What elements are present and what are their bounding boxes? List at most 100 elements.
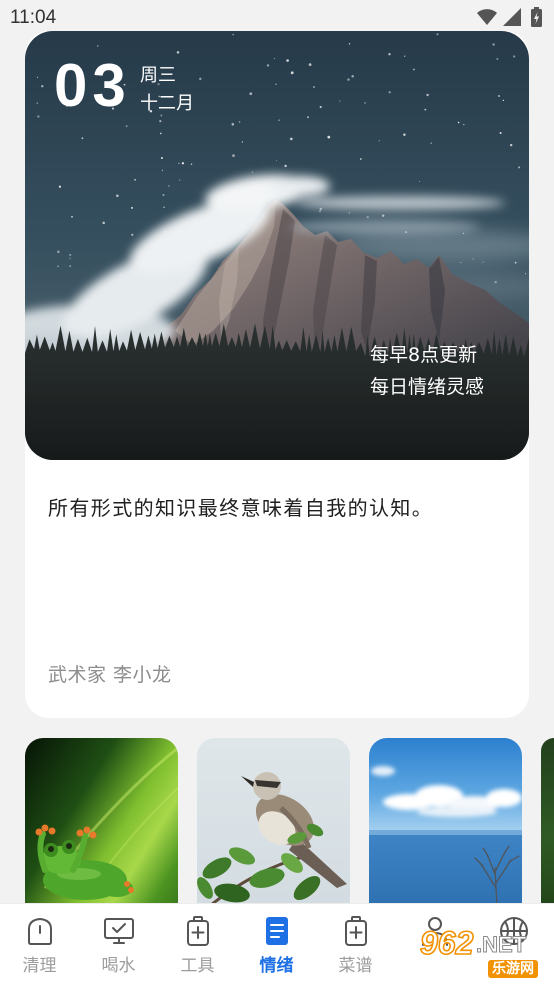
star [412, 68, 415, 71]
star [339, 100, 341, 102]
star [502, 99, 505, 102]
star [102, 221, 105, 225]
nav-item-mood[interactable]: 情绪 [237, 904, 316, 984]
nav-item-profile[interactable] [395, 904, 474, 984]
ball-icon [498, 915, 530, 947]
star [424, 108, 427, 111]
hero-image: 03 周三 十二月 每早8点更新 每日情绪灵感 [25, 31, 529, 460]
star [351, 74, 354, 78]
star [130, 206, 134, 209]
star [348, 212, 350, 214]
star [403, 133, 406, 136]
star [37, 76, 39, 78]
star [492, 43, 495, 46]
star [366, 215, 369, 219]
star [178, 162, 180, 165]
date-weekday: 周三 [140, 65, 176, 86]
star [364, 102, 366, 104]
star [176, 51, 180, 54]
star [284, 164, 287, 168]
star [251, 171, 254, 173]
star [426, 93, 429, 97]
star [499, 132, 502, 134]
clean-icon [24, 915, 56, 947]
star [249, 92, 253, 96]
nav-label-water: 喝水 [101, 956, 136, 976]
daily-quote-card[interactable]: 03 周三 十二月 每早8点更新 每日情绪灵感 所有形式的知识最终意味着自我的认… [25, 31, 529, 718]
star [518, 166, 521, 169]
document-icon [261, 915, 293, 947]
star [134, 178, 136, 181]
star [36, 102, 39, 104]
star [41, 85, 44, 88]
star [163, 206, 165, 208]
nav-item-sports[interactable] [474, 904, 553, 984]
hero-caption-update: 每早8点更新 [370, 344, 478, 366]
star [190, 163, 193, 165]
star [181, 162, 185, 165]
wifi-icon [477, 9, 497, 25]
star [131, 233, 134, 236]
star [58, 185, 62, 188]
star [96, 45, 99, 47]
battery-plus-icon [182, 915, 214, 947]
star [509, 143, 513, 147]
star [381, 214, 385, 217]
nav-label-recipes: 菜谱 [338, 956, 373, 976]
star [159, 120, 162, 123]
star [513, 55, 516, 58]
nav-item-tools[interactable]: 工具 [158, 904, 237, 984]
star [125, 125, 128, 128]
star [160, 156, 163, 160]
star [430, 142, 433, 145]
star [199, 77, 202, 81]
star [273, 57, 276, 60]
nav-item-recipes[interactable]: 菜谱 [316, 904, 395, 984]
star [308, 63, 312, 66]
star [275, 83, 277, 85]
nav-label-tools: 工具 [180, 956, 215, 976]
star [359, 158, 362, 160]
status-bar: 11:04 [0, 0, 554, 34]
star [319, 210, 321, 213]
nav-label-clean: 清理 [22, 956, 57, 976]
battery-plus-icon [340, 915, 372, 947]
nav-item-clean[interactable]: 清理 [0, 904, 79, 984]
star [319, 105, 322, 109]
star [37, 115, 40, 118]
nav-item-water[interactable]: 喝水 [79, 904, 158, 984]
star [167, 184, 170, 187]
signal-icon [503, 8, 521, 26]
star [160, 132, 162, 135]
star [404, 55, 406, 57]
star [69, 257, 71, 259]
star [238, 121, 241, 123]
quote-text: 所有形式的知识最终意味着自我的认知。 [48, 496, 434, 520]
star [241, 141, 244, 143]
monitor-check-icon [103, 915, 135, 947]
star [436, 33, 439, 36]
star [347, 78, 350, 81]
person-icon [419, 915, 451, 947]
hero-caption-inspiration: 每日情绪灵感 [370, 376, 485, 398]
star [514, 261, 517, 264]
star [161, 169, 164, 172]
star [496, 57, 499, 61]
star [179, 179, 181, 181]
star [71, 215, 73, 218]
star [276, 159, 278, 162]
date-month: 十二月 [140, 93, 194, 114]
star [457, 121, 460, 124]
star [460, 261, 462, 264]
star [266, 64, 270, 67]
battery-charging-icon [531, 7, 542, 27]
star [116, 194, 119, 198]
star [525, 273, 527, 275]
star [57, 250, 60, 254]
bottom-nav: 清理 喝水 工具 情绪 菜谱 [0, 904, 554, 984]
quote-author: 武术家 李小龙 [48, 664, 172, 686]
star [327, 135, 331, 139]
star [418, 180, 420, 183]
star [69, 265, 72, 268]
star [81, 137, 84, 140]
